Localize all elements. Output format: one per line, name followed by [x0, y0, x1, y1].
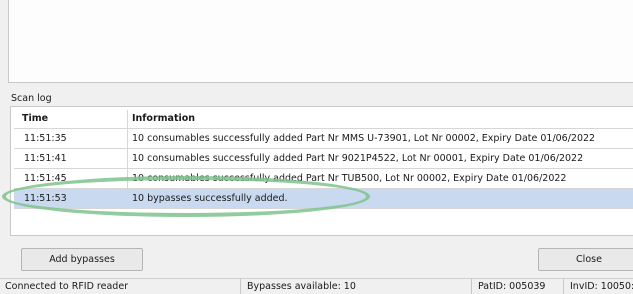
status-separator: [563, 279, 564, 294]
column-divider: [127, 149, 128, 168]
scan-log-label: Scan log: [11, 93, 52, 104]
upper-content-panel: [8, 0, 633, 83]
row-information: 10 consumables successfully added Part N…: [132, 173, 567, 184]
row-information: 10 consumables successfully added Part N…: [132, 133, 596, 144]
table-row-selected[interactable]: 11:51:53 10 bypasses successfully added.: [14, 189, 633, 209]
status-bypasses-available: Bypasses available: 10: [247, 281, 356, 292]
row-time: 11:51:53: [24, 193, 67, 204]
status-bar: Connected to RFID reader Bypasses availa…: [0, 278, 633, 294]
status-separator: [471, 279, 472, 294]
row-time: 11:51:35: [24, 133, 67, 144]
table-row[interactable]: 11:51:35 10 consumables successfully add…: [14, 129, 633, 149]
row-time: 11:51:41: [24, 153, 67, 164]
row-time: 11:51:45: [24, 173, 67, 184]
column-header-information[interactable]: Information: [132, 113, 195, 124]
status-inventory-id: InvID: 10050:: [570, 281, 633, 292]
status-connection: Connected to RFID reader: [5, 281, 129, 292]
column-divider: [127, 169, 128, 188]
table-row[interactable]: 11:51:41 10 consumables successfully add…: [14, 149, 633, 169]
table-row[interactable]: 11:51:45 10 consumables successfully add…: [14, 169, 633, 189]
row-information: 10 bypasses successfully added.: [132, 193, 288, 204]
column-header-time[interactable]: Time: [22, 113, 48, 124]
column-divider: [127, 129, 128, 148]
column-divider: [127, 110, 128, 128]
status-separator: [240, 279, 241, 294]
add-bypasses-button[interactable]: Add bypasses: [21, 248, 143, 271]
status-patient-id: PatID: 005039: [478, 281, 546, 292]
scan-log-header: Time Information: [14, 110, 633, 129]
column-divider: [127, 189, 128, 208]
close-button[interactable]: Close: [538, 248, 633, 271]
row-information: 10 consumables successfully added Part N…: [132, 153, 584, 164]
